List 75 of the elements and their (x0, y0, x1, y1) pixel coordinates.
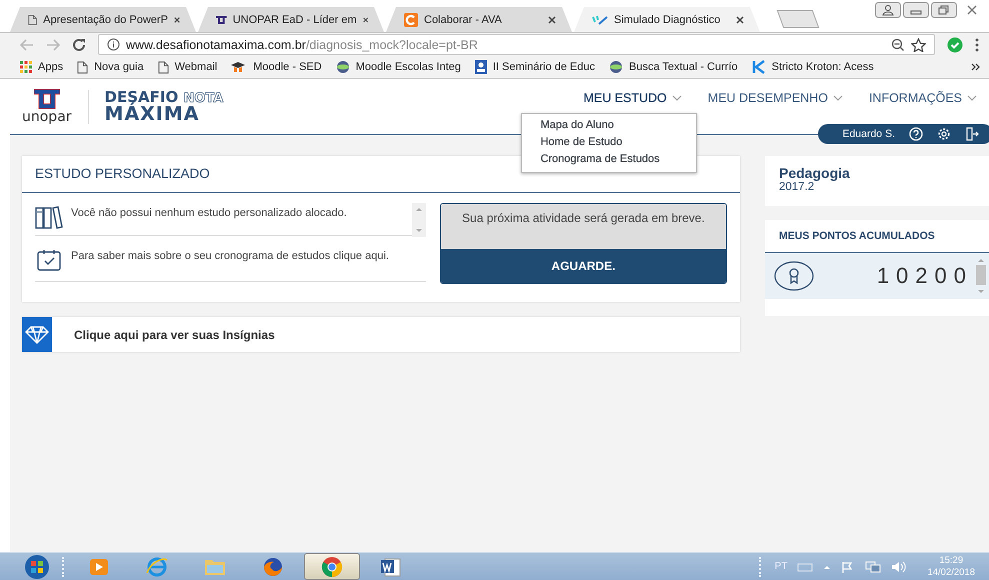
browser-tab[interactable]: Simulado Diagnóstico (574, 7, 760, 32)
nav-menu[interactable]: MEU DESEMPENHO (708, 91, 843, 105)
bookmark[interactable]: Apps (20, 61, 64, 73)
scrollbar[interactable] (412, 203, 426, 237)
menu-item[interactable]: Home de Estudo (540, 134, 678, 151)
new-tab-button[interactable] (776, 10, 820, 28)
menu-icon[interactable] (975, 38, 979, 52)
chevron-down-icon (832, 95, 843, 101)
nav-menu[interactable]: INFORMAÇÕES (868, 91, 977, 105)
close-icon[interactable] (736, 16, 744, 24)
c-logo-icon (404, 12, 418, 26)
u-logo-icon (216, 14, 227, 26)
e-logo-icon (145, 556, 169, 578)
badges-link[interactable]: Clique aqui para ver suas Insígnias (22, 317, 740, 352)
restore-icon[interactable] (931, 2, 957, 18)
browser-tab[interactable]: Apresentação do PowerP (10, 7, 196, 32)
next-activity-message: Sua próxima atividade será gerada em breve. (440, 204, 726, 249)
points-value: 10200 (876, 263, 973, 289)
profile-icon[interactable] (875, 2, 901, 18)
bookmark[interactable]: Moodle Escolas Integ (336, 60, 461, 74)
course-term: 2017.2 (779, 181, 816, 193)
bookmark[interactable]: Webmail (158, 60, 218, 74)
chrome-icon (320, 554, 344, 578)
user-name[interactable]: Eduardo S. (842, 128, 895, 140)
page-icon (28, 12, 38, 26)
info-icon (107, 38, 120, 51)
badge-icon (474, 60, 487, 74)
close-icon[interactable] (362, 16, 368, 24)
taskbar-app[interactable] (304, 553, 360, 580)
k-logo-icon (752, 60, 766, 74)
chevron-down-icon (672, 95, 682, 101)
globe-icon (336, 60, 350, 74)
bookmark[interactable]: Busca Textual - Currío (609, 60, 738, 74)
menu-item[interactable]: Mapa do Aluno (540, 117, 678, 134)
zoom-out-icon[interactable] (891, 38, 905, 52)
apps-grid-icon (20, 61, 32, 73)
network-icon[interactable] (865, 560, 882, 572)
logout-icon[interactable] (965, 127, 979, 141)
bookmark[interactable]: Moodle - SED (231, 61, 322, 73)
browser-tab[interactable]: UNOPAR EaD - Líder em (198, 7, 384, 32)
globe-icon (609, 60, 623, 74)
brand-logo: DESAFIO NOTA MÁXIMA (104, 90, 224, 124)
bookmark[interactable]: Stricto Kroton: Acess (752, 60, 874, 74)
scrollbar[interactable] (975, 256, 987, 296)
minimize-icon[interactable] (903, 2, 929, 18)
reload-icon[interactable] (72, 38, 86, 52)
bookmark[interactable]: II Seminário de Educ (474, 60, 595, 74)
page-icon (77, 60, 88, 74)
address-field[interactable]: www.desafionotamaxima.com.br/diagnosis_mock?locale=pt-BR (98, 34, 935, 55)
menu-item[interactable]: Cronograma de Estudos (540, 151, 678, 168)
books-icon (35, 205, 63, 229)
info-text: Para saber mais sobre o seu cronograma de estudos clique aqui. (71, 249, 390, 264)
check-circle-icon[interactable] (947, 36, 963, 52)
more-chevrons-icon[interactable] (971, 63, 981, 71)
close-icon[interactable] (548, 16, 556, 24)
fox-globe-icon (261, 556, 285, 578)
chevron-down-icon (967, 95, 977, 101)
document-icon (379, 556, 403, 578)
check-mark-icon (592, 14, 608, 26)
logo-wordmark: unopar (22, 108, 72, 124)
page-icon (158, 60, 169, 74)
wait-button[interactable]: AGUARDE. (440, 249, 726, 283)
info-text: Você não possui nenhum estudo personalizado alocado. (71, 206, 348, 221)
bookmark[interactable]: Nova guia (77, 60, 144, 74)
help-icon[interactable] (909, 127, 923, 141)
u-logo-icon (34, 88, 60, 108)
settings-icon[interactable] (937, 127, 951, 141)
course-name: Pedagogia (779, 165, 851, 181)
browser-tab[interactable]: Colaborar - AVA (386, 7, 572, 32)
star-icon[interactable] (911, 38, 926, 52)
medal-icon (773, 260, 815, 292)
calendar-check-icon (35, 248, 63, 272)
close-icon[interactable] (174, 16, 180, 24)
diamond-icon (25, 326, 49, 344)
graduation-cap-icon (231, 61, 248, 73)
